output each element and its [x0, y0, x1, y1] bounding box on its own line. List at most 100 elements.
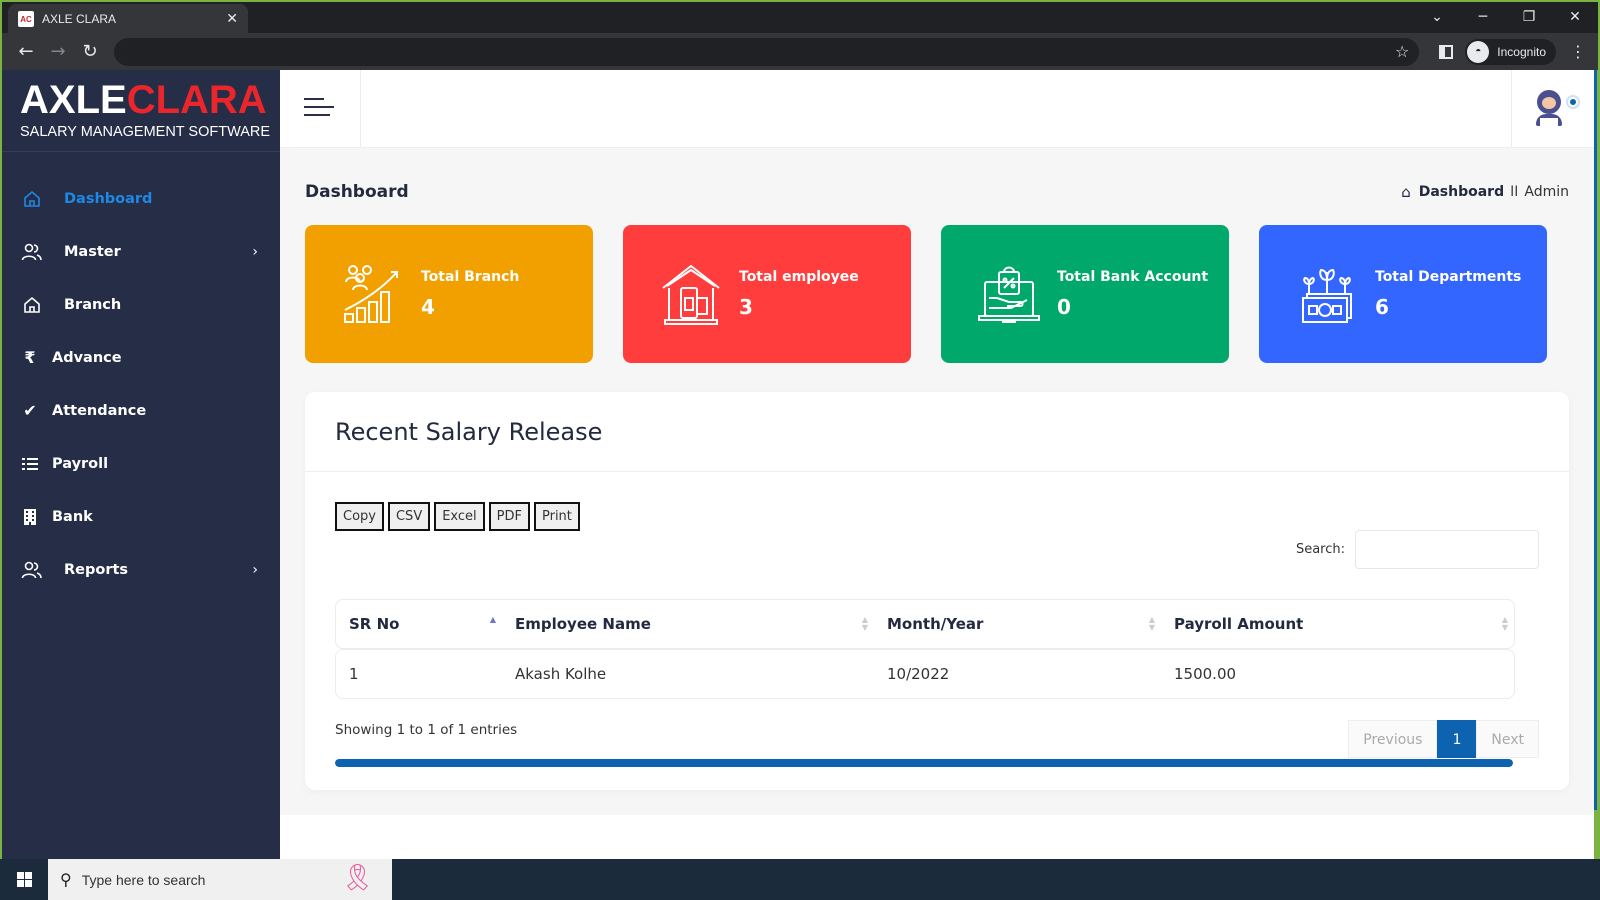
incognito-label: Incognito: [1497, 44, 1546, 59]
reload-icon[interactable]: ↻: [74, 41, 106, 62]
sidebar-item-advance[interactable]: ₹ Advance: [2, 331, 280, 384]
cell-sr-no: 1: [349, 665, 359, 683]
tab-strip: AC AXLE CLARA ✕ ⌄ ─ ❐ ✕: [2, 2, 1598, 34]
page-1-button[interactable]: 1: [1437, 720, 1477, 758]
column-header-employee-name[interactable]: Employee Name ▲ ▼: [502, 600, 874, 648]
pdf-button[interactable]: PDF: [488, 502, 530, 531]
sidebar-item-label: Branch: [64, 296, 122, 313]
bookmark-star-icon[interactable]: ☆: [1395, 42, 1409, 61]
next-page-button[interactable]: Next: [1476, 720, 1539, 758]
browser-tab[interactable]: AC AXLE CLARA ✕: [8, 4, 248, 34]
column-header-payroll-amount[interactable]: Payroll Amount ▲ ▼: [1161, 600, 1514, 648]
chevron-right-icon: ›: [252, 561, 258, 578]
table-row: 1 Akash Kolhe 10/2022 1500.00: [335, 649, 1515, 699]
divider: [1511, 70, 1512, 148]
search-label: Search:: [1295, 542, 1345, 557]
page-scrollbar-thumb[interactable]: [1594, 70, 1597, 810]
side-panel-icon[interactable]: [1439, 44, 1454, 59]
top-bar: [280, 70, 1594, 148]
stat-cards: Total Branch 4 Total employee 3 Total Bank…: [305, 225, 1547, 363]
card-value: 4: [421, 295, 435, 319]
laptop-shopping-icon: [978, 266, 1040, 323]
breadcrumb-separator: II: [1510, 184, 1519, 200]
sidebar-item-label: Bank: [52, 508, 93, 525]
favicon-icon: AC: [18, 11, 34, 27]
brand-logo[interactable]: AXLECLARA SALARY MANAGEMENT SOFTWARE: [2, 70, 280, 152]
building-icon: [20, 505, 40, 529]
pagination: Previous 1 Next: [1348, 720, 1539, 758]
sidebar-item-label: Attendance: [52, 402, 147, 419]
tab-search-icon[interactable]: ⌄: [1414, 2, 1460, 32]
print-button[interactable]: Print: [533, 502, 580, 531]
copy-button[interactable]: Copy: [335, 502, 384, 531]
sidebar-item-bank[interactable]: Bank: [2, 490, 280, 543]
sidebar-item-payroll[interactable]: Payroll: [2, 437, 280, 490]
minimize-icon[interactable]: ─: [1460, 2, 1506, 32]
cell-employee-name: Akash Kolhe: [515, 665, 607, 683]
sidebar-menu: Dashboard Master › Branch ₹ Advance ✔ At…: [2, 152, 280, 596]
cell-payroll-amount: 1500.00: [1174, 665, 1237, 683]
breadcrumb-current[interactable]: Dashboard: [1419, 184, 1504, 200]
recent-salary-panel: Recent Salary Release Copy CSV Excel PDF…: [305, 392, 1569, 790]
house-phone-icon: [662, 264, 720, 325]
close-window-icon[interactable]: ✕: [1552, 2, 1598, 32]
previous-page-button[interactable]: Previous: [1348, 720, 1438, 758]
incognito-badge[interactable]: ◓ Incognito: [1465, 38, 1556, 65]
table-search: Search:: [1296, 530, 1539, 569]
taskbar-search-placeholder: Type here to search: [81, 871, 206, 888]
table-horizontal-scrollbar[interactable]: [335, 759, 1513, 767]
sort-asc-icon: ▲: [489, 615, 496, 624]
scrollbar-thumb[interactable]: [335, 759, 1513, 767]
export-buttons: Copy CSV Excel PDF Print: [335, 502, 580, 531]
sidebar-item-dashboard[interactable]: Dashboard: [2, 172, 280, 225]
sort-icon: ▲ ▼: [861, 615, 868, 632]
sidebar-item-label: Payroll: [52, 455, 109, 472]
sort-icon: ▲ ▼: [1501, 615, 1508, 632]
sidebar-item-reports[interactable]: Reports ›: [2, 543, 280, 596]
restore-icon[interactable]: ❐: [1506, 2, 1552, 32]
salary-table: SR No ▲ Employee Name ▲ ▼ Month/Year ▲ ▼ Payr…: [335, 599, 1515, 699]
rupee-icon: ₹: [24, 348, 36, 367]
card-label: Total Bank Account: [1057, 269, 1209, 285]
browser-menu-icon[interactable]: ⋮: [1566, 42, 1590, 61]
forward-icon[interactable]: →: [42, 41, 74, 62]
card-total-branch[interactable]: Total Branch 4: [305, 225, 593, 363]
window-controls: ⌄ ─ ❐ ✕: [1414, 2, 1598, 32]
address-bar[interactable]: ☆: [114, 37, 1420, 66]
sidebar-item-master[interactable]: Master ›: [2, 225, 280, 278]
money-plant-icon: [1302, 268, 1352, 323]
page-title: Dashboard: [305, 182, 409, 202]
card-total-employee[interactable]: Total employee 3: [623, 225, 911, 363]
search-input[interactable]: [1355, 530, 1539, 569]
start-button[interactable]: [0, 859, 48, 900]
hamburger-menu-icon[interactable]: [304, 98, 336, 120]
chevron-right-icon: ›: [252, 243, 258, 260]
table-info: Showing 1 to 1 of 1 entries: [335, 722, 518, 738]
breadcrumb-role: Admin: [1524, 184, 1569, 200]
back-icon[interactable]: ←: [10, 41, 42, 62]
sidebar-item-branch[interactable]: Branch: [2, 278, 280, 331]
card-total-departments[interactable]: Total Departments 6: [1259, 225, 1547, 363]
panel-title: Recent Salary Release: [305, 392, 1569, 472]
card-total-bank-account[interactable]: Total Bank Account 0: [941, 225, 1229, 363]
browser-chrome: AC AXLE CLARA ✕ ⌄ ─ ❐ ✕ ← → ↻ ☆ ◓ Incogn…: [2, 2, 1598, 70]
excel-button[interactable]: Excel: [434, 502, 485, 531]
column-header-sr-no[interactable]: SR No ▲: [336, 600, 502, 648]
sort-icon: ▲ ▼: [1148, 615, 1155, 632]
close-tab-icon[interactable]: ✕: [226, 11, 238, 27]
home-icon: [20, 293, 44, 317]
cell-month-year: 10/2022: [887, 665, 950, 683]
windows-taskbar: ⚲ Type here to search 🎗: [0, 859, 1600, 900]
user-avatar[interactable]: [1534, 90, 1564, 128]
sidebar-item-label: Advance: [52, 349, 122, 366]
column-header-month-year[interactable]: Month/Year ▲ ▼: [874, 600, 1161, 648]
sidebar-item-attendance[interactable]: ✔ Attendance: [2, 384, 280, 437]
sidebar-item-label: Reports: [64, 561, 129, 578]
csv-button[interactable]: CSV: [387, 502, 431, 531]
sidebar-item-label: Dashboard: [64, 190, 153, 207]
home-icon[interactable]: ⌂: [1401, 183, 1411, 201]
ribbon-icon: 🎗: [340, 863, 374, 893]
page-scrollbar[interactable]: [1594, 70, 1600, 859]
taskbar-search[interactable]: ⚲ Type here to search 🎗: [48, 859, 392, 900]
card-value: 6: [1375, 295, 1389, 319]
